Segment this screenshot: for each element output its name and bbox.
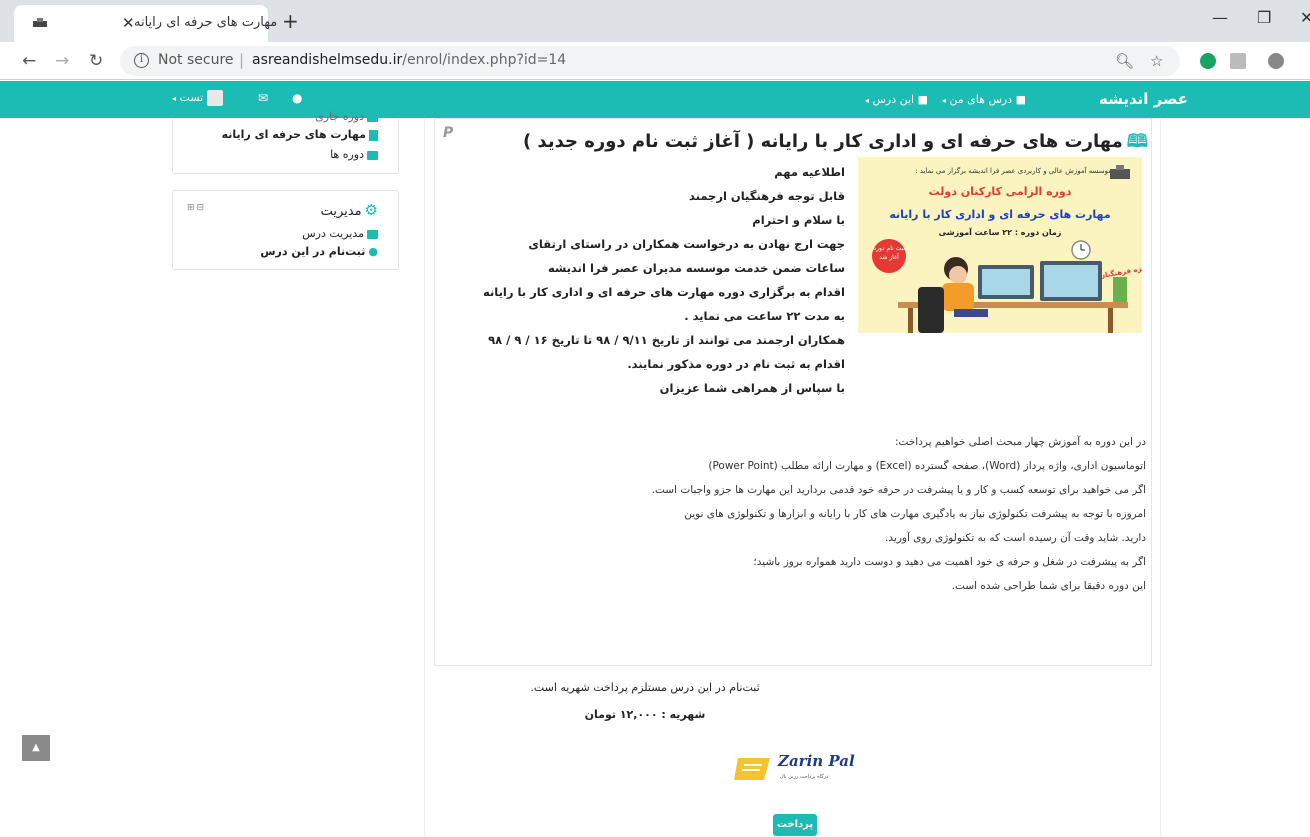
image-line-3: زمان دوره : ۲۲ ساعت آموزشی (938, 228, 1062, 237)
notification-icon[interactable]: ● (292, 91, 302, 105)
description-paragraph: دارید. شاید وقت آن رسیده است که به تکنول… (885, 532, 1146, 544)
course-fee: شهریه : ۱۲,۰۰۰ تومان (584, 708, 706, 721)
notice-line: ساعات ضمن خدمت موسسه مدیران عصر فرا اندی… (548, 261, 845, 275)
address-bar: ← → ↻ i Not secure | asreandishelmsedu.i… (0, 42, 1310, 80)
browser-tab[interactable]: ✕ مهارت های حرفه ای رایانه (14, 5, 277, 42)
notice-line: همکاران ارجمند می توانند از تاریخ ۹/۱۱ /… (488, 333, 845, 347)
zoom-icon[interactable]: 🔍︎ (1115, 52, 1134, 70)
image-line-1: دوره الزامی کارکنان دولت (928, 185, 1072, 198)
courses-nav-block: دوره جاری مهارت های حرفه ای رایانه دوره … (172, 110, 399, 174)
omnibox[interactable]: i Not secure | asreandishelmsedu.ir/enro… (120, 46, 1180, 76)
caret-icon: ◂ (172, 94, 177, 103)
course-info-card: 🕮︎ مهارت های حرفه ای و اداری کار با رایان… (434, 118, 1152, 666)
notice-line: با سلام و احترام (752, 213, 845, 227)
maximize-icon[interactable]: ❐ (1257, 8, 1271, 27)
grammarly-extension-icon[interactable] (1200, 53, 1216, 69)
enrol-me-link[interactable]: ●ثبت‌نام در این درس (260, 245, 378, 258)
folder-icon (367, 229, 378, 239)
notice-line: قابل توجه فرهنگیان ارجمند (689, 189, 845, 203)
book-icon: ■ (917, 93, 928, 106)
description-paragraph: در این دوره به آموزش چهار مبحث اصلی خواه… (894, 436, 1146, 448)
gears-icon: ⚙ (364, 201, 378, 219)
back-icon[interactable]: ← (22, 51, 36, 71)
nav-this-course[interactable]: ■ این درس ◂ (865, 93, 928, 106)
url-separator: | (239, 51, 245, 69)
description-paragraph: امروزه با توجه به پیشرفت تکنولوژی نیاز ب… (684, 508, 1146, 520)
course-title[interactable]: 🕮︎مهارت های حرفه ای و اداری کار با رایان… (523, 129, 1148, 159)
nav-my-courses[interactable]: ■ درس های من ◂ (942, 93, 1026, 106)
folder-icon (367, 150, 378, 160)
announcement-text: اطلاعیه مهم قابل توجه فرهنگیان ارجمند با… (483, 165, 845, 405)
institute-logo (1110, 165, 1130, 179)
block-controls-icon[interactable]: ⊞⊟ (187, 203, 206, 213)
site-brand[interactable]: عصر اندیشه (1099, 90, 1188, 108)
description-paragraph: اتوماسیون اداری، واژه پرداز (Word)، صفحه… (708, 460, 1146, 472)
user-menu[interactable]: تست ◂ (172, 90, 223, 106)
map-icon: 🕮︎ (1126, 131, 1148, 152)
browser-tab-bar: ✕ مهارت های حرفه ای رایانه + — ❐ ✕ (0, 0, 1310, 42)
description-paragraph: اگر به پیشرفت در شغل و حرفه ی خود اهمیت … (753, 556, 1146, 568)
new-tab-button[interactable]: + (282, 9, 299, 33)
courses-link[interactable]: دوره ها (330, 148, 378, 161)
briefcase-icon: ■ (1015, 93, 1026, 106)
tab-close-icon[interactable]: ✕ (122, 14, 135, 32)
folder-icon (367, 112, 378, 122)
course-admin-link[interactable]: مدیریت درس (302, 227, 378, 240)
image-line-2: مهارت های حرفه ای و اداری کار با رایانه (889, 208, 1111, 221)
minimize-icon[interactable]: — (1212, 8, 1228, 27)
url-text[interactable]: asreandishelmsedu.ir/enrol/index.php?id=… (252, 52, 566, 68)
course-icon (369, 129, 378, 141)
current-courses-link[interactable]: دوره جاری (315, 110, 378, 123)
image-header-text: موسسه آموزش عالی و کاربردی عصر فرا اندیش… (915, 167, 1112, 175)
tab-title: مهارت های حرفه ای رایانه (134, 15, 278, 30)
qr-extension-icon[interactable] (1230, 53, 1246, 69)
forward-icon[interactable]: → (55, 51, 69, 71)
caret-icon: ◂ (941, 96, 946, 105)
caret-icon: ◂ (864, 96, 869, 105)
paypal-icon: P (443, 125, 454, 141)
zarinpal-logo-subtitle: درگاه پرداخت زرین پال (780, 774, 829, 780)
site-favicon-icon (33, 18, 47, 27)
content-right-border (1160, 118, 1161, 837)
course-image: موسسه آموزش عالی و کاربردی عصر فرا اندیش… (858, 157, 1142, 333)
notice-line: به مدت ۲۲ ساعت می نماید . (684, 309, 845, 323)
user-name: تست (179, 91, 204, 104)
scroll-to-top-button[interactable]: ▲ (22, 735, 50, 761)
user-icon: ● (368, 245, 378, 258)
envelope-icon[interactable]: ✉ (258, 91, 268, 105)
reload-icon[interactable]: ↻ (89, 51, 103, 71)
clock-icon (1071, 240, 1091, 260)
not-secure-label: Not secure (158, 52, 234, 68)
office-illustration (898, 257, 1128, 333)
notice-line: با سپاس از همراهی شما عزیزان (659, 381, 845, 395)
zarinpal-logo-text: Zarin Pal (778, 752, 855, 770)
notice-line: اقدام به برگزاری دوره مهارت های حرفه ای … (482, 285, 845, 299)
notice-line: اقدام به ثبت نام در دوره مذکور نمایند. (627, 357, 845, 371)
zarinpal-emblem (734, 758, 770, 780)
admin-block: ⚙مدیریت ⊞⊟ مدیریت درس ●ثبت‌نام در این در… (172, 190, 399, 270)
bookmark-star-icon[interactable]: ☆ (1150, 52, 1163, 70)
pay-button[interactable]: پرداخت (773, 814, 817, 836)
enrol-fee-note: ثبت‌نام در این درس مستلزم پرداخت شهریه ا… (530, 681, 760, 694)
course-link[interactable]: مهارت های حرفه ای رایانه (222, 128, 378, 141)
window-close-icon[interactable]: ✕ (1300, 8, 1310, 27)
course-description: در این دوره به آموزش چهار مبحث اصلی خواه… (438, 433, 1146, 601)
zarinpal-logo: Zarin Pal درگاه پرداخت زرین پال (734, 750, 864, 790)
notice-line: اطلاعیه مهم (774, 165, 845, 179)
description-paragraph: این دوره دقیقا برای شما طراحی شده است. (951, 580, 1146, 592)
profile-avatar-icon[interactable] (1268, 53, 1284, 69)
user-avatar-icon (206, 90, 223, 106)
notice-line: جهت ارج نهادن به درخواست همکاران در راست… (528, 237, 845, 251)
description-paragraph: اگر می خواهید برای توسعه کسب و کار و یا … (651, 484, 1146, 496)
admin-block-title: ⚙مدیریت (320, 201, 378, 219)
content-left-border (424, 118, 425, 837)
info-icon[interactable]: i (134, 53, 149, 68)
site-navbar: عصر اندیشه ■ درس های من ◂ ■ این درس ◂ تس… (0, 81, 1310, 118)
